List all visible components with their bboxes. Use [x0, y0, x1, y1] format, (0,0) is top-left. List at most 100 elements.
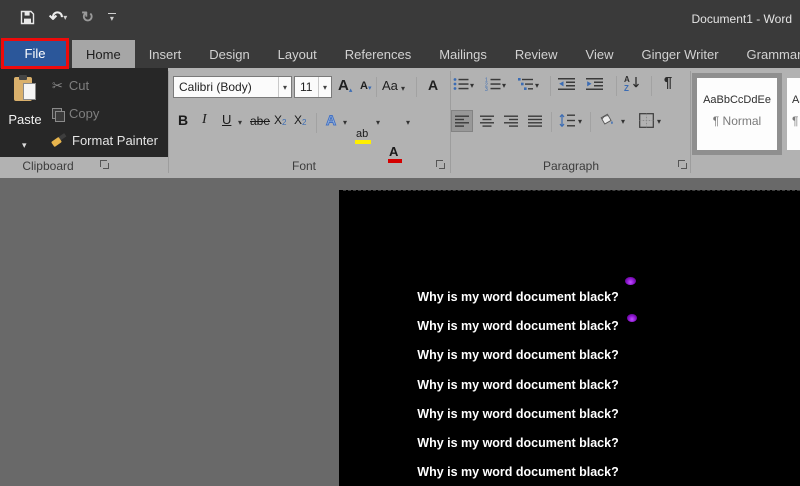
grow-font-button[interactable]: A ▴ — [338, 77, 352, 94]
customize-quick-access-button[interactable]: ▾ — [107, 12, 116, 23]
chevron-down-icon[interactable]: ▾ — [535, 81, 539, 90]
underline-icon: U — [222, 112, 232, 127]
align-center-button[interactable] — [478, 112, 496, 130]
increase-indent-button[interactable] — [585, 75, 603, 93]
shading-button[interactable] — [598, 111, 616, 129]
ribbon-tab-row: File Home Insert Design Layout References Mai… — [0, 38, 800, 69]
style-no-spacing[interactable]: Aa ¶ N — [787, 78, 800, 150]
document-line: Why is my word document black? — [417, 290, 619, 304]
tab-design[interactable]: Design — [195, 40, 263, 68]
undo-dropdown-icon[interactable]: ▾ — [63, 13, 67, 22]
sort-button[interactable]: AZ — [624, 74, 642, 92]
highlight-icon: ab — [356, 128, 369, 140]
text-effects-icon: A — [325, 112, 337, 129]
clipboard-dialog-launcher[interactable] — [100, 160, 110, 170]
style-normal-sample: AaBbCcDdEe — [703, 94, 771, 106]
paste-button[interactable] — [14, 75, 38, 105]
tab-home[interactable]: Home — [72, 40, 135, 68]
align-right-button[interactable] — [502, 112, 520, 130]
tab-layout[interactable]: Layout — [264, 40, 331, 68]
chevron-down-icon[interactable]: ▾ — [401, 84, 405, 93]
paste-clipboard-clip — [19, 75, 27, 80]
window-title: Document1 - Word — [691, 12, 792, 26]
cut-button[interactable]: ✂ Cut — [52, 78, 89, 93]
format-painter-label: Format Painter — [72, 133, 158, 148]
font-name-combobox[interactable]: Calibri (Body) ▾ — [173, 76, 292, 98]
borders-button[interactable] — [637, 111, 655, 129]
chevron-down-icon[interactable]: ▾ — [238, 118, 242, 127]
shrink-font-button[interactable]: A ▾ — [360, 80, 371, 92]
redo-icon: ↻ — [81, 9, 94, 26]
chevron-down-icon[interactable]: ▾ — [406, 118, 410, 127]
paste-dropdown-icon[interactable]: ▾ — [22, 140, 27, 151]
chevron-down-icon[interactable]: ▾ — [502, 81, 506, 90]
tab-view[interactable]: View — [572, 40, 628, 68]
text-effects-button[interactable]: A — [325, 112, 337, 129]
svg-text:3: 3 — [485, 87, 488, 91]
tab-insert[interactable]: Insert — [135, 40, 196, 68]
chevron-down-icon[interactable]: ▾ — [621, 117, 625, 126]
increase-indent-icon — [585, 78, 603, 90]
file-tab-label: File — [24, 46, 46, 61]
tab-references[interactable]: References — [331, 40, 425, 68]
tab-ginger-writer[interactable]: Ginger Writer — [627, 40, 732, 68]
undo-button[interactable]: ↶ ▾ — [49, 9, 67, 26]
tab-grammarly[interactable]: Grammarly — [733, 40, 800, 68]
document-line: Why is my word document black? — [417, 465, 619, 480]
line-spacing-button[interactable] — [558, 111, 576, 129]
justify-button[interactable] — [526, 112, 544, 130]
align-left-icon — [455, 115, 469, 127]
subscript-icon: X — [274, 113, 283, 127]
bold-button[interactable]: B — [178, 112, 188, 128]
chevron-down-icon[interactable]: ▾ — [578, 117, 582, 126]
style-second-sample: Aa — [792, 94, 800, 106]
document-text[interactable]: Why is my word document black? Why is my … — [400, 290, 636, 486]
strikethrough-button[interactable]: abe — [250, 114, 270, 128]
shading-bucket-icon — [600, 113, 613, 125]
chevron-down-icon[interactable]: ▾ — [376, 118, 380, 127]
style-second-name: ¶ N — [792, 114, 800, 128]
superscript-button[interactable]: X2 — [294, 113, 306, 127]
undo-icon: ↶ — [49, 8, 64, 27]
bullets-icon — [453, 78, 469, 90]
bullets-button[interactable] — [452, 75, 470, 93]
chevron-down-icon[interactable]: ▾ — [657, 117, 661, 126]
ribbon-tabs: Home Insert Design Layout References Mailings… — [72, 40, 800, 68]
change-case-button[interactable]: Aa — [382, 78, 398, 93]
numbering-button[interactable]: 123 — [484, 75, 502, 93]
save-icon[interactable] — [20, 10, 35, 25]
document-workspace[interactable]: Why is my word document black? Why is my … — [0, 178, 800, 486]
font-group-label: Font — [291, 159, 316, 173]
quick-access-toolbar: ↶ ▾ ↻ ▾ — [20, 9, 116, 26]
font-color-icon: A — [389, 144, 399, 159]
align-left-button[interactable] — [453, 112, 471, 130]
italic-button[interactable]: I — [202, 112, 207, 128]
subscript-button[interactable]: X2 — [274, 113, 286, 127]
underline-button[interactable]: U — [222, 112, 231, 127]
change-case-icon: Aa — [382, 78, 398, 93]
paste-label[interactable]: Paste — [2, 112, 48, 127]
decrease-indent-icon — [557, 78, 575, 90]
style-normal[interactable]: AaBbCcDdEe ¶ Normal — [697, 78, 777, 150]
copy-button[interactable]: Copy — [52, 106, 99, 122]
font-size-value: 11 — [300, 80, 313, 94]
clear-formatting-icon: A — [428, 77, 439, 93]
multilevel-list-button[interactable] — [517, 75, 535, 93]
show-hide-marks-button[interactable]: ¶ — [659, 73, 677, 91]
redo-button[interactable]: ↻ — [81, 10, 94, 25]
tab-file[interactable]: File — [1, 38, 69, 69]
chevron-down-icon[interactable]: ▾ — [278, 77, 291, 97]
chevron-down-icon[interactable]: ▾ — [470, 81, 474, 90]
chevron-down-icon[interactable]: ▾ — [318, 77, 331, 97]
tab-mailings[interactable]: Mailings — [425, 40, 501, 68]
format-painter-button[interactable]: Format Painter — [51, 132, 158, 148]
clipboard-group-label: Clipboard — [22, 159, 74, 173]
decrease-indent-button[interactable] — [557, 75, 575, 93]
font-size-combobox[interactable]: 11 ▾ — [294, 76, 332, 98]
chevron-down-icon[interactable]: ▾ — [343, 118, 347, 127]
document-page[interactable]: Why is my word document black? Why is my … — [339, 190, 800, 486]
pilcrow-icon: ¶ — [663, 73, 673, 91]
paragraph-dialog-launcher[interactable] — [678, 160, 688, 170]
font-dialog-launcher[interactable] — [436, 160, 446, 170]
tab-review[interactable]: Review — [501, 40, 572, 68]
